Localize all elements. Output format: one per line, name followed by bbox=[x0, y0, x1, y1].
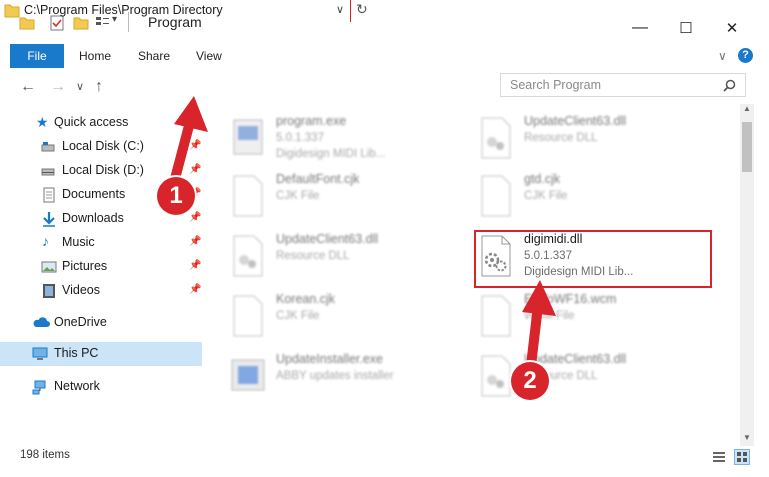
pictures-icon bbox=[41, 261, 57, 273]
sidebar-item-onedrive[interactable]: OneDrive bbox=[0, 311, 202, 335]
sidebar-item-label: Quick access bbox=[54, 115, 129, 129]
sidebar-item-label: Network bbox=[54, 379, 100, 393]
back-icon[interactable]: ← bbox=[20, 78, 36, 96]
file-item[interactable]: UpdateInstaller.exe ABBY updates install… bbox=[230, 350, 460, 406]
network-icon bbox=[32, 380, 46, 395]
forward-icon[interactable]: → bbox=[50, 78, 66, 96]
file-detail: Resource DLL bbox=[276, 250, 350, 262]
search-box[interactable]: Search Program bbox=[500, 73, 746, 97]
sidebar-item-label: OneDrive bbox=[54, 315, 107, 329]
status-bar: 198 items bbox=[0, 446, 769, 477]
music-icon: ♪ bbox=[42, 233, 49, 249]
annotation-badge-2: 2 bbox=[511, 362, 549, 400]
scroll-up-icon[interactable]: ▲ bbox=[743, 104, 751, 113]
file-detail: CJK File bbox=[276, 190, 320, 202]
sidebar-item-network[interactable]: Network bbox=[0, 375, 202, 399]
sidebar-item-pictures[interactable]: Pictures 📌 bbox=[0, 255, 202, 279]
file-item[interactable]: UpdateClient63.dll Resource DLL bbox=[478, 112, 708, 168]
videos-icon bbox=[43, 284, 55, 298]
file-item[interactable]: DefaultFont.cjk CJK File bbox=[230, 170, 460, 226]
refresh-icon[interactable]: ↻ bbox=[356, 1, 368, 18]
sidebar-item-label: This PC bbox=[54, 346, 99, 360]
scroll-down-icon[interactable]: ▼ bbox=[743, 433, 751, 442]
file-name: gtd.cjk bbox=[524, 172, 561, 186]
sidebar-item-label: Videos bbox=[62, 283, 100, 297]
cloud-icon bbox=[33, 317, 50, 327]
tab-share[interactable]: Share bbox=[138, 44, 170, 68]
sidebar-item-label: Local Disk (C:) bbox=[62, 139, 144, 153]
item-count: 198 items bbox=[20, 449, 70, 461]
details-view-icon[interactable] bbox=[712, 450, 726, 464]
file-detail: CJK File bbox=[276, 310, 320, 322]
file-icon bbox=[233, 295, 263, 337]
download-icon bbox=[43, 212, 55, 227]
tab-file[interactable]: File bbox=[10, 44, 64, 68]
address-dropdown-icon[interactable]: ∨ bbox=[336, 3, 344, 16]
search-icon[interactable] bbox=[723, 79, 736, 92]
address-divider bbox=[350, 0, 351, 22]
file-name: UpdateClient63.dll bbox=[276, 232, 379, 246]
file-detail: Digidesign MIDI Lib... bbox=[276, 148, 386, 160]
sidebar-item-videos[interactable]: Videos 📌 bbox=[0, 279, 202, 303]
sidebar-item-music[interactable]: ♪ Music 📌 bbox=[0, 231, 202, 255]
file-name: UpdateClient63.dll bbox=[524, 114, 627, 128]
file-item[interactable]: UpdateClient63.dll Resource DLL bbox=[230, 230, 460, 286]
scrollbar-thumb[interactable] bbox=[742, 122, 752, 172]
dll-icon bbox=[481, 117, 511, 159]
drive-icon bbox=[41, 168, 55, 176]
help-icon[interactable]: ? bbox=[738, 48, 753, 63]
pin-icon[interactable]: 📌 bbox=[189, 260, 201, 271]
large-icons-view-icon[interactable] bbox=[734, 449, 750, 465]
sidebar-item-label: Downloads bbox=[62, 211, 124, 225]
file-detail: Resource DLL bbox=[524, 132, 598, 144]
file-item[interactable]: gtd.cjk CJK File bbox=[478, 170, 708, 226]
minimize-button[interactable]: — bbox=[617, 12, 663, 44]
sidebar-item-label: Documents bbox=[62, 187, 126, 201]
file-icon bbox=[481, 175, 511, 217]
file-detail: 5.0.1.337 bbox=[276, 132, 324, 144]
sidebar-item-label: Local Disk (D:) bbox=[62, 163, 144, 177]
pin-icon[interactable]: 📌 bbox=[189, 212, 201, 223]
annotation-badge-1: 1 bbox=[157, 177, 195, 215]
file-name: program.exe bbox=[276, 114, 347, 128]
dll-icon bbox=[233, 235, 263, 277]
file-name: DefaultFont.cjk bbox=[276, 172, 360, 186]
ribbon-tabs: File Home Share View ∨ ? bbox=[0, 44, 769, 69]
file-detail: CJK File bbox=[524, 190, 568, 202]
file-icon bbox=[233, 175, 263, 217]
sidebar-item-label: Pictures bbox=[62, 259, 108, 273]
star-icon: ★ bbox=[36, 114, 49, 130]
folder-icon bbox=[4, 4, 20, 18]
pin-icon[interactable]: 📌 bbox=[189, 236, 201, 247]
address-path[interactable]: C:\Program Files\Program Directory bbox=[24, 3, 223, 17]
tab-view[interactable]: View bbox=[196, 44, 222, 68]
file-item[interactable]: program.exe 5.0.1.337 Digidesign MIDI Li… bbox=[230, 112, 460, 168]
file-name: UpdateInstaller.exe bbox=[276, 352, 384, 366]
drive-icon bbox=[41, 142, 55, 152]
file-detail: ABBY updates installer bbox=[276, 370, 394, 382]
search-input[interactable]: Search Program bbox=[510, 78, 601, 92]
computer-icon bbox=[32, 347, 48, 360]
close-button[interactable]: ✕ bbox=[709, 12, 755, 44]
sidebar-item-this-pc[interactable]: This PC bbox=[0, 342, 202, 366]
up-icon[interactable]: ↑ bbox=[95, 78, 103, 96]
sidebar-item-label: Music bbox=[62, 235, 95, 249]
file-item[interactable]: Korean.cjk CJK File bbox=[230, 290, 460, 346]
installer-icon bbox=[231, 359, 265, 391]
maximize-button[interactable]: ☐ bbox=[663, 12, 709, 44]
exe-icon bbox=[233, 119, 263, 155]
documents-icon bbox=[43, 187, 55, 203]
recent-locations-icon[interactable]: ∨ bbox=[76, 80, 84, 93]
tab-home[interactable]: Home bbox=[79, 44, 111, 68]
collapse-ribbon-icon[interactable]: ∨ bbox=[718, 44, 727, 68]
file-name: Korean.cjk bbox=[276, 292, 336, 306]
pin-icon[interactable]: 📌 bbox=[189, 284, 201, 295]
